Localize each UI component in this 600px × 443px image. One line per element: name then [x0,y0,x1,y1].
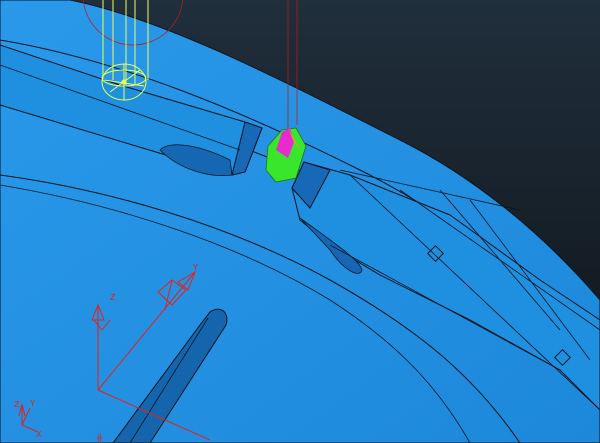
triad-center-y-label: Y [192,263,198,272]
triad-corner-y-label: Y [29,399,35,408]
cad-3d-viewport[interactable]: Z Y Z Y X ╬ [0,0,600,443]
part-scene[interactable]: Z Y Z Y X ╬ [0,0,600,443]
triad-corner-z-label: Z [14,400,20,409]
triad-center-z-label: Z [110,293,116,302]
triad-glyph-bottom: ╬ [96,433,102,443]
triad-corner-x-label: X [36,430,42,439]
